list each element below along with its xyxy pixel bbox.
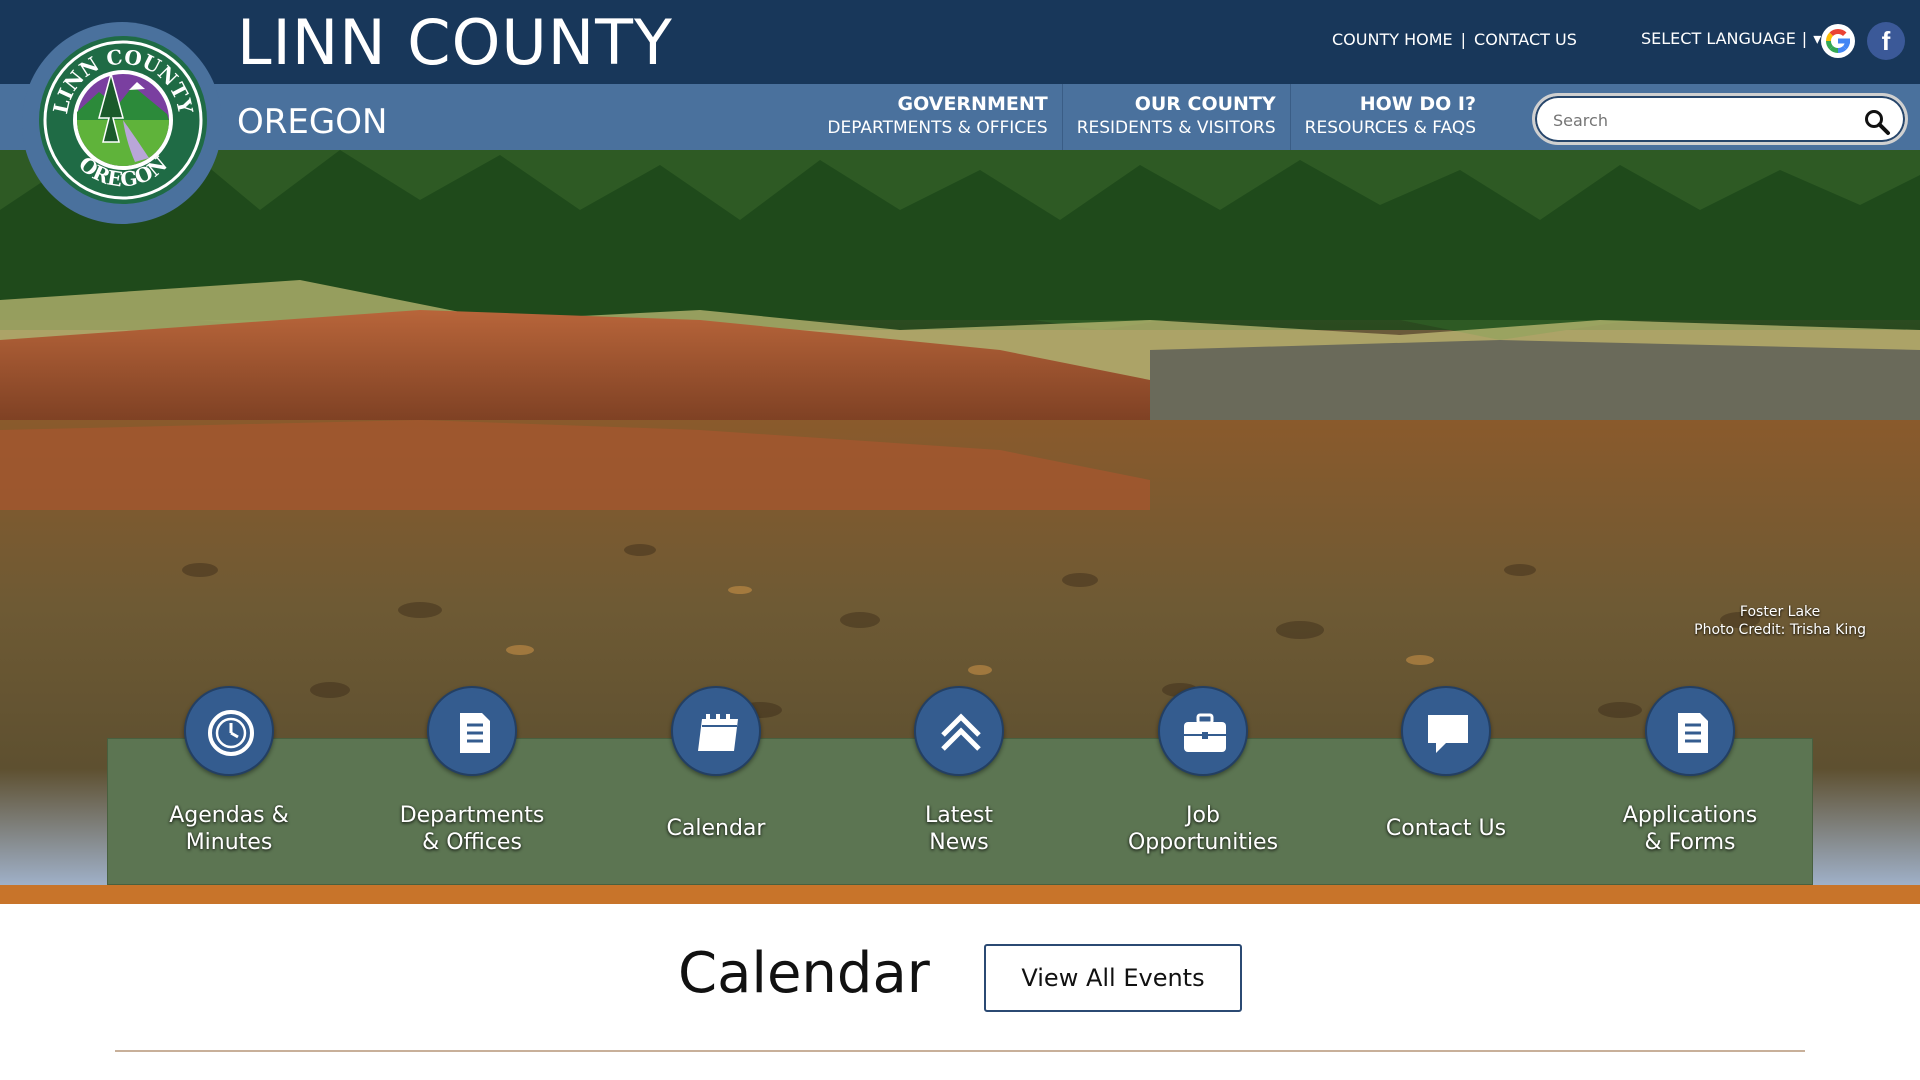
nav-how-do-i[interactable]: HOW DO I? RESOURCES & FAQS	[1289, 84, 1490, 150]
quick-link-icon-circle	[1401, 686, 1491, 776]
quick-link-line1: Departments	[399, 803, 545, 828]
photo-location: Foster Lake	[1739, 604, 1821, 620]
briefcase-icon	[1184, 713, 1226, 752]
quick-link-label: Job Opportunities	[1103, 802, 1303, 856]
quick-link-label: Calendar	[616, 815, 816, 842]
quick-link-label: Applications & Forms	[1590, 802, 1790, 856]
quick-link-line2: & Offices	[422, 830, 522, 855]
nav-how-do-i-sub: RESOURCES & FAQS	[1304, 118, 1476, 138]
quick-link-line2: Minutes	[185, 830, 273, 855]
calendar-icon	[698, 714, 738, 751]
quick-link-icon-circle	[1645, 686, 1735, 776]
nav-government-sub: DEPARTMENTS & OFFICES	[827, 118, 1048, 138]
google-translate-icon[interactable]	[1821, 24, 1855, 58]
photo-credit-name: Photo Credit: Trisha King	[1694, 622, 1866, 638]
quick-link-icon-circle	[914, 686, 1004, 776]
quick-link-line2: News	[929, 830, 989, 855]
county-home-link[interactable]: COUNTY HOME	[1332, 30, 1453, 49]
quick-link-icon-circle	[1158, 686, 1248, 776]
main-navigation: GOVERNMENT DEPARTMENTS & OFFICES OUR COU…	[813, 84, 1490, 150]
quick-link-label: Contact Us	[1346, 815, 1546, 842]
quick-link-line1: Calendar	[666, 816, 766, 841]
nav-our-county-title: OUR COUNTY	[1134, 93, 1276, 115]
site-title[interactable]: LINN COUNTY	[237, 8, 673, 78]
quick-link-line2: Opportunities	[1127, 830, 1279, 855]
nav-government-title: GOVERNMENT	[897, 93, 1048, 115]
quick-link-icon-circle	[184, 686, 274, 776]
page: LINN COUNTY OREGON LINN COUNTY OREGON CO…	[0, 0, 1920, 1080]
chevron-down-icon: ▾	[1813, 29, 1822, 48]
quick-link-line2: & Forms	[1644, 830, 1736, 855]
document-icon	[460, 713, 490, 753]
clock-icon	[208, 710, 254, 756]
county-seal-icon: LINN COUNTY OREGON	[39, 36, 207, 204]
quick-link-icon-circle	[427, 686, 517, 776]
select-language-dropdown[interactable]: SELECT LANGUAGE | ▾	[1641, 29, 1821, 48]
nav-how-do-i-title: HOW DO I?	[1359, 93, 1476, 115]
quick-link-label: Agendas & Minutes	[129, 802, 329, 856]
search-icon[interactable]	[1863, 108, 1891, 136]
quick-link-line1: Applications	[1622, 803, 1758, 828]
language-separator: |	[1801, 29, 1808, 48]
chat-bubble-icon	[1428, 715, 1468, 753]
quick-link-icon-circle	[671, 686, 761, 776]
quick-link-line1: Agendas &	[169, 803, 289, 828]
quick-link-line1: Latest	[925, 803, 993, 828]
utility-links: COUNTY HOME | CONTACT US	[1332, 30, 1577, 49]
calendar-heading: Calendar	[678, 941, 930, 1006]
quick-link-line1: Job	[1186, 803, 1220, 828]
document-icon	[1678, 713, 1708, 753]
quick-link-line1: Contact Us	[1385, 816, 1507, 841]
site-subtitle: OREGON	[237, 102, 388, 142]
chevron-up-icon	[941, 713, 981, 751]
section-divider	[115, 1050, 1805, 1052]
util-separator: |	[1460, 30, 1467, 49]
view-all-events-button[interactable]: View All Events	[984, 944, 1242, 1012]
nav-our-county[interactable]: OUR COUNTY RESIDENTS & VISITORS	[1061, 84, 1290, 150]
facebook-icon[interactable]: f	[1867, 22, 1905, 60]
accent-divider-bar	[0, 885, 1920, 904]
quick-link-label: Departments & Offices	[372, 802, 572, 856]
contact-us-link[interactable]: CONTACT US	[1474, 30, 1577, 49]
quick-link-label: Latest News	[859, 802, 1059, 856]
photo-credit: Foster Lake Photo Credit: Trisha King	[1694, 603, 1866, 639]
nav-government[interactable]: GOVERNMENT DEPARTMENTS & OFFICES	[813, 84, 1061, 150]
select-language-label: SELECT LANGUAGE	[1641, 29, 1796, 48]
nav-our-county-sub: RESIDENTS & VISITORS	[1076, 118, 1276, 138]
search-box	[1532, 93, 1908, 145]
search-input[interactable]	[1553, 108, 1853, 132]
county-seal-logo[interactable]: LINN COUNTY OREGON	[22, 22, 222, 224]
